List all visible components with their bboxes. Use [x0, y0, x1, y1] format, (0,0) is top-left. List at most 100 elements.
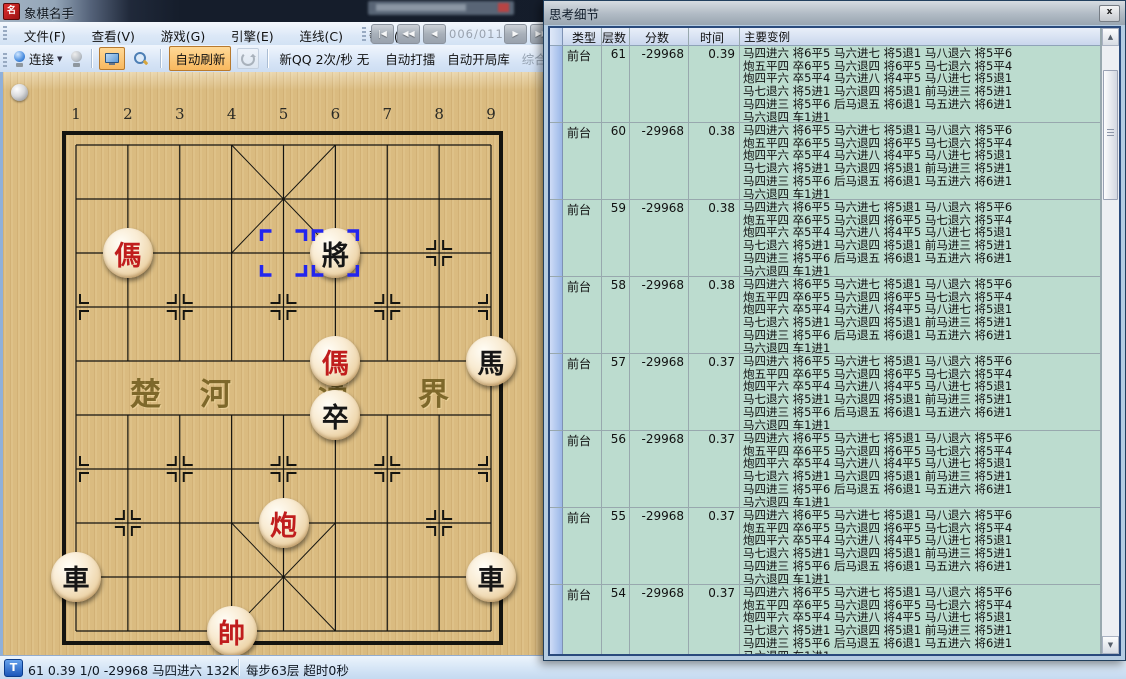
table-body: 前台 61 -29968 0.39 马四进六 将6平5 马六进七 将5退1 马八…: [550, 46, 1101, 654]
last-move-marker: [3, 72, 543, 655]
close-icon[interactable]: x: [1099, 5, 1120, 22]
refresh-button[interactable]: [237, 48, 259, 69]
cell-variation: 马四进六 将6平5 马六进七 将5退1 马八退六 将5平6 炮五平四 卒6平5 …: [740, 123, 1101, 200]
table-header-row: 类型 层数 分数 时间 主要变例: [550, 28, 1101, 46]
cell-depth: 55: [602, 508, 630, 585]
vertical-scrollbar[interactable]: ▲ ▼: [1101, 28, 1119, 654]
row-header-cell: [550, 585, 563, 654]
cell-type: 前台: [563, 354, 602, 431]
qq-rate-label[interactable]: 新QQ 2次/秒 无: [279, 49, 369, 68]
cell-time: 0.38: [689, 277, 740, 354]
cell-time: 0.37: [689, 508, 740, 585]
cell-type: 前台: [563, 46, 602, 123]
cell-variation: 马四进六 将6平5 马六进七 将5退1 马八退六 将5平6 炮五平四 卒6平5 …: [740, 277, 1101, 354]
analysis-row[interactable]: 前台 55 -29968 0.37 马四进六 将6平5 马六进七 将5退1 马八…: [550, 508, 1101, 585]
background-window-close-fragment: [498, 3, 509, 12]
engine-status-text: 61 0.39 1/0 -29968 马四进六 132K: [28, 660, 238, 679]
cell-type: 前台: [563, 508, 602, 585]
cell-score: -29968: [630, 431, 689, 508]
cell-depth: 56: [602, 431, 630, 508]
row-header-cell: [550, 431, 563, 508]
cell-type: 前台: [563, 585, 602, 654]
separator: [160, 49, 161, 68]
auto-refresh-button[interactable]: 自动刷新: [169, 46, 231, 71]
scroll-down-icon[interactable]: ▼: [1102, 636, 1119, 654]
analysis-table: 类型 层数 分数 时间 主要变例 前台 61 -29968 0.39 马四进六 …: [548, 26, 1121, 656]
search-limit-text: 每步63层 超时0秒: [246, 660, 349, 679]
nav-first-button[interactable]: |◀: [371, 24, 394, 44]
analysis-row[interactable]: 前台 59 -29968 0.38 马四进六 将6平5 马六进七 将5退1 马八…: [550, 200, 1101, 277]
cell-time: 0.37: [689, 431, 740, 508]
menu-view[interactable]: 查看(V): [81, 22, 146, 45]
cell-time: 0.37: [689, 585, 740, 654]
row-header-cell: [550, 46, 563, 123]
cell-type: 前台: [563, 123, 602, 200]
analysis-row[interactable]: 前台 56 -29968 0.37 马四进六 将6平5 马六进七 将5退1 马八…: [550, 431, 1101, 508]
analysis-row[interactable]: 前台 58 -29968 0.38 马四进六 将6平5 马六进七 将5退1 马八…: [550, 277, 1101, 354]
background-window-fragment: [368, 1, 514, 15]
cell-depth: 61: [602, 46, 630, 123]
row-header-cell: [550, 277, 563, 354]
cell-depth: 57: [602, 354, 630, 431]
cell-depth: 59: [602, 200, 630, 277]
cell-time: 0.37: [689, 354, 740, 431]
auto-arena-button[interactable]: 自动打擂: [385, 49, 435, 68]
connect-button[interactable]: 连接: [29, 49, 54, 68]
menu-connect[interactable]: 连线(C): [289, 22, 354, 45]
header-depth[interactable]: 层数: [602, 28, 630, 46]
search-button[interactable]: [129, 48, 153, 69]
separator: [267, 49, 268, 68]
cell-variation: 马四进六 将6平5 马六进七 将5退1 马八退六 将5平6 炮五平四 卒6平5 …: [740, 200, 1101, 277]
engine-status-icon: T: [4, 659, 23, 677]
row-header-cell: [550, 200, 563, 277]
xiangqi-board[interactable]: 楚河漢界 傌將傌馬卒炮車車帥 123456789: [0, 72, 543, 655]
cell-type: 前台: [563, 431, 602, 508]
toolbar-grip[interactable]: [3, 53, 7, 68]
header-strip-cell: [550, 28, 563, 46]
cell-depth: 58: [602, 277, 630, 354]
nav-forward-button[interactable]: ▶: [504, 24, 527, 44]
panel-title-bar[interactable]: 思考细节 x: [544, 1, 1125, 25]
refresh-icon: [241, 52, 255, 66]
scroll-up-icon[interactable]: ▲: [1102, 28, 1119, 46]
header-variation[interactable]: 主要变例: [740, 28, 1101, 46]
cell-type: 前台: [563, 200, 602, 277]
menu-file[interactable]: 文件(F): [13, 22, 77, 45]
nav-back-button[interactable]: ◀: [423, 24, 446, 44]
cell-variation: 马四进六 将6平5 马六进七 将5退1 马八退六 将5平6 炮五平四 卒6平5 …: [740, 46, 1101, 123]
separator: [91, 49, 92, 68]
move-counter: 006/011: [449, 25, 501, 43]
analysis-row[interactable]: 前台 54 -29968 0.37 马四进六 将6平5 马六进七 将5退1 马八…: [550, 585, 1101, 654]
toolbar-grip[interactable]: [362, 27, 366, 42]
header-score[interactable]: 分数: [630, 28, 689, 46]
auto-opening-book-button[interactable]: 自动开局库: [447, 49, 510, 68]
thinking-details-window: 思考细节 x 类型 层数 分数 时间 主要变例 前台 61 -29968 0.3…: [543, 0, 1126, 661]
header-type[interactable]: 类型: [563, 28, 602, 46]
menu-engine[interactable]: 引擎(E): [220, 22, 285, 45]
cell-score: -29968: [630, 277, 689, 354]
nav-fast-back-button[interactable]: ◀◀: [397, 24, 420, 44]
monitor-toggle-button[interactable]: [99, 47, 125, 70]
chevron-down-icon[interactable]: ▼: [57, 55, 62, 63]
scrollbar-thumb[interactable]: [1103, 70, 1118, 200]
toolbar-grip[interactable]: [3, 26, 7, 41]
cell-score: -29968: [630, 123, 689, 200]
cell-score: -29968: [630, 46, 689, 123]
analysis-row[interactable]: 前台 60 -29968 0.38 马四进六 将6平5 马六进七 将5退1 马八…: [550, 123, 1101, 200]
disconnect-lamp-icon[interactable]: [70, 51, 83, 67]
search-icon: [134, 52, 148, 66]
cell-score: -29968: [630, 200, 689, 277]
menu-game[interactable]: 游戏(G): [150, 22, 216, 45]
cell-depth: 54: [602, 585, 630, 654]
cell-type: 前台: [563, 277, 602, 354]
analysis-row[interactable]: 前台 57 -29968 0.37 马四进六 将6平5 马六进七 将5退1 马八…: [550, 354, 1101, 431]
monitor-icon: [105, 53, 119, 65]
header-time[interactable]: 时间: [689, 28, 740, 46]
cell-variation: 马四进六 将6平5 马六进七 将5退1 马八退六 将5平6 炮五平四 卒6平5 …: [740, 585, 1101, 654]
analysis-row[interactable]: 前台 61 -29968 0.39 马四进六 将6平5 马六进七 将5退1 马八…: [550, 46, 1101, 123]
cell-score: -29968: [630, 354, 689, 431]
row-header-cell: [550, 123, 563, 200]
cell-time: 0.39: [689, 46, 740, 123]
connect-lamp-icon[interactable]: [13, 51, 26, 67]
cell-variation: 马四进六 将6平5 马六进七 将5退1 马八退六 将5平6 炮五平四 卒6平5 …: [740, 354, 1101, 431]
